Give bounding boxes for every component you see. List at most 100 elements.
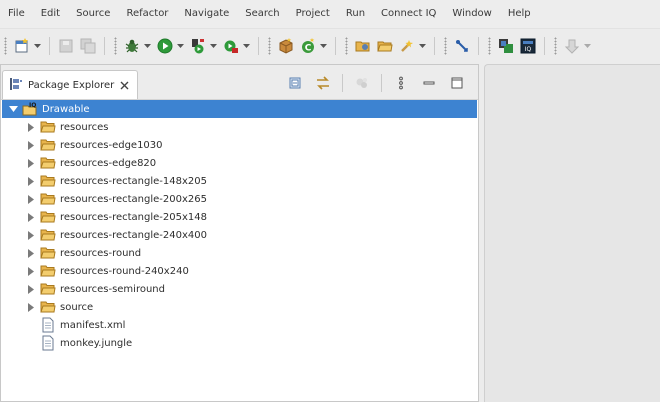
pin-icon[interactable]	[452, 36, 472, 56]
tree-item-label: resources-rectangle-240x400	[60, 229, 207, 241]
toolbar-grip[interactable]	[444, 37, 447, 55]
new-icon[interactable]	[12, 36, 32, 56]
collapse-all-icon[interactable]	[284, 73, 306, 93]
tree-folder-resources[interactable]: resources	[1, 118, 478, 136]
tree-folder-resources-round[interactable]: resources-round	[1, 244, 478, 262]
toolbar-grip[interactable]	[345, 37, 348, 55]
next-annotation-dropdown-icon[interactable]	[583, 36, 592, 56]
toolbar-separator	[434, 37, 435, 55]
toolbar-grip[interactable]	[488, 37, 491, 55]
collapsed-arrow-icon[interactable]	[26, 190, 36, 208]
view-menu-icon[interactable]	[390, 73, 412, 93]
perspective-debug-icon[interactable]	[496, 36, 516, 56]
menu-file[interactable]: File	[0, 0, 33, 28]
tree-file-monkey-jungle[interactable]: monkey.jungle	[1, 334, 478, 352]
new-class-dropdown-icon[interactable]	[319, 36, 328, 56]
toolbar-grip[interactable]	[114, 37, 117, 55]
tree-folder-resources-edge820[interactable]: resources-edge820	[1, 154, 478, 172]
tree-project-drawable[interactable]: IQ Drawable	[2, 100, 477, 118]
toolbar-grip[interactable]	[554, 37, 557, 55]
tree-folder-resources-rectangle-148x205[interactable]: resources-rectangle-148x205	[1, 172, 478, 190]
project-tree: IQ Drawable resources resources-edge1030…	[1, 100, 478, 352]
tree-file-manifest[interactable]: manifest.xml	[1, 316, 478, 334]
menu-search[interactable]: Search	[237, 0, 287, 28]
tree-folder-resources-semiround[interactable]: resources-semiround	[1, 280, 478, 298]
menu-navigate[interactable]: Navigate	[176, 0, 237, 28]
new-package-icon[interactable]	[276, 36, 296, 56]
collapsed-arrow-icon[interactable]	[26, 118, 36, 136]
tree-folder-source[interactable]: source	[1, 298, 478, 316]
tree-folder-resources-edge1030[interactable]: resources-edge1030	[1, 136, 478, 154]
menu-source[interactable]: Source	[68, 0, 118, 28]
tree-folder-resources-rectangle-240x400[interactable]: resources-rectangle-240x400	[1, 226, 478, 244]
tree-item-label: monkey.jungle	[60, 337, 133, 349]
open-type-icon[interactable]	[353, 36, 373, 56]
view-header: Package Explorer	[1, 65, 478, 100]
tab-package-explorer[interactable]: Package Explorer	[2, 70, 138, 99]
tree-item-label: resources-round-240x240	[60, 265, 189, 277]
run-external-dropdown-icon[interactable]	[209, 36, 218, 56]
tree-item-label: Drawable	[42, 103, 90, 115]
menu-help[interactable]: Help	[500, 0, 539, 28]
tree-item-label: source	[60, 301, 94, 313]
menu-window[interactable]: Window	[444, 0, 499, 28]
file-icon	[40, 317, 56, 333]
new-class-icon[interactable]: C	[298, 36, 318, 56]
folder-icon	[40, 137, 56, 153]
debug-dropdown-icon[interactable]	[143, 36, 152, 56]
tree-item-label: resources-edge1030	[60, 139, 163, 151]
maximize-icon[interactable]	[446, 73, 468, 93]
next-annotation-icon[interactable]	[562, 36, 582, 56]
minimize-icon[interactable]	[418, 73, 440, 93]
search-icon[interactable]	[397, 36, 417, 56]
tree-item-label: resources	[60, 121, 109, 133]
menu-edit[interactable]: Edit	[33, 0, 68, 28]
close-icon[interactable]	[120, 81, 129, 90]
collapsed-arrow-icon[interactable]	[26, 154, 36, 172]
save-all-icon[interactable]	[78, 36, 98, 56]
open-folder-icon[interactable]	[375, 36, 395, 56]
folder-icon	[40, 263, 56, 279]
collapsed-arrow-icon[interactable]	[26, 262, 36, 280]
tree-folder-resources-rectangle-200x265[interactable]: resources-rectangle-200x265	[1, 190, 478, 208]
menu-project[interactable]: Project	[288, 0, 338, 28]
toolbar-grip[interactable]	[268, 37, 271, 55]
run-dropdown-icon[interactable]	[176, 36, 185, 56]
run-external-icon[interactable]	[188, 36, 208, 56]
collapsed-arrow-icon[interactable]	[26, 172, 36, 190]
menu-run[interactable]: Run	[338, 0, 373, 28]
collapsed-arrow-icon[interactable]	[26, 280, 36, 298]
perspective-monkeyc-icon[interactable]: IQ	[518, 36, 538, 56]
external-tools-dropdown-icon[interactable]	[242, 36, 251, 56]
save-icon[interactable]	[56, 36, 76, 56]
editor-area	[484, 64, 660, 402]
tree-item-label: resources-rectangle-148x205	[60, 175, 207, 187]
collapsed-arrow-icon[interactable]	[26, 208, 36, 226]
tree-folder-resources-rectangle-205x148[interactable]: resources-rectangle-205x148	[1, 208, 478, 226]
collapsed-arrow-icon[interactable]	[26, 244, 36, 262]
debug-icon[interactable]	[122, 36, 142, 56]
new-dropdown-icon[interactable]	[33, 36, 42, 56]
main-toolbar: C IQ	[0, 28, 660, 63]
run-icon[interactable]	[155, 36, 175, 56]
filters-icon[interactable]	[351, 73, 373, 93]
toolbar-grip[interactable]	[4, 37, 7, 55]
folder-icon	[40, 245, 56, 261]
link-with-editor-icon[interactable]	[312, 73, 334, 93]
svg-text:IQ: IQ	[525, 46, 532, 53]
external-tools-icon[interactable]	[221, 36, 241, 56]
folder-icon	[40, 281, 56, 297]
svg-text:IQ: IQ	[29, 102, 36, 109]
menu-connect-iq[interactable]: Connect IQ	[373, 0, 444, 28]
menu-refactor[interactable]: Refactor	[118, 0, 176, 28]
toolbar-separator	[478, 37, 479, 55]
folder-icon	[40, 119, 56, 135]
toolbar-separator	[544, 37, 545, 55]
tree-item-label: resources-edge820	[60, 157, 157, 169]
expanded-arrow-icon[interactable]	[8, 100, 18, 118]
tree-folder-resources-round-240x240[interactable]: resources-round-240x240	[1, 262, 478, 280]
collapsed-arrow-icon[interactable]	[26, 298, 36, 316]
collapsed-arrow-icon[interactable]	[26, 136, 36, 154]
search-dropdown-icon[interactable]	[418, 36, 427, 56]
collapsed-arrow-icon[interactable]	[26, 226, 36, 244]
